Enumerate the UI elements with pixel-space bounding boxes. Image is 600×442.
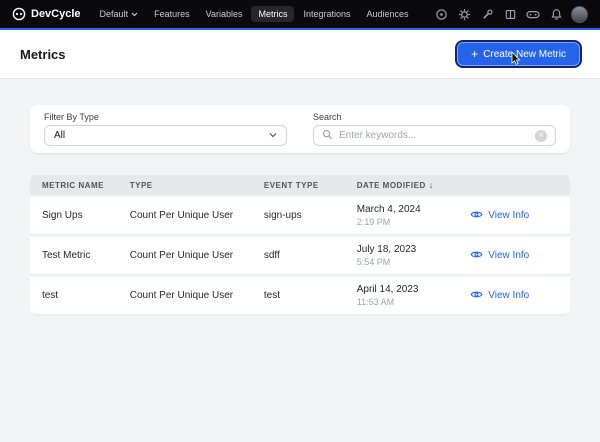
column-header-label: Event Type [264, 181, 319, 190]
page-header: Metrics + Create New Metric [0, 30, 600, 79]
chevron-down-icon [131, 9, 138, 19]
filter-type-label: Filter By Type [44, 112, 287, 122]
nav-item-label: Default [100, 9, 129, 19]
main-content: Filter By Type All Search × [0, 79, 600, 314]
date-value: March 4, 2024 [357, 204, 471, 215]
table-row[interactable]: Test Metric Count Per Unique User sdff J… [30, 237, 570, 274]
column-header-label: Metric Name [42, 181, 104, 190]
wrench-icon[interactable] [479, 6, 495, 22]
eye-icon [470, 250, 483, 262]
metrics-table: Metric Name Type Event Type Date Modifie… [30, 175, 570, 314]
search-label: Search [313, 112, 556, 122]
discord-gamepad-icon[interactable] [525, 6, 541, 22]
column-header-metric-name[interactable]: Metric Name [42, 181, 130, 190]
metric-type-cell: Count Per Unique User [130, 290, 264, 301]
actions-cell: View Info [470, 290, 558, 302]
nav-item-label: Features [154, 9, 190, 19]
nav-item-label: Metrics [258, 9, 287, 19]
navbar-actions [433, 6, 588, 23]
search-icon [322, 127, 333, 145]
nav-item-integrations[interactable]: Integrations [296, 6, 357, 22]
sort-descending-icon[interactable]: ↓ [429, 180, 434, 190]
table-row[interactable]: Sign Ups Count Per Unique User sign-ups … [30, 197, 570, 234]
nav-item-audiences[interactable]: Audiences [360, 6, 416, 22]
filter-type-value: All [54, 130, 65, 141]
filter-card: Filter By Type All Search × [30, 105, 570, 153]
view-info-label: View Info [488, 250, 529, 261]
table-row[interactable]: test Count Per Unique User test April 14… [30, 277, 570, 314]
create-new-metric-label: Create New Metric [483, 49, 566, 60]
settings-gear-icon[interactable] [456, 6, 472, 22]
actions-cell: View Info [470, 250, 558, 262]
time-value: 5:54 PM [357, 257, 471, 267]
brand-name: DevCycle [31, 8, 81, 20]
column-header-label: Date Modified [357, 181, 426, 190]
eye-icon [470, 210, 483, 222]
metric-name-cell: Sign Ups [42, 210, 130, 221]
metric-type-cell: Count Per Unique User [130, 210, 264, 221]
view-info-link[interactable]: View Info [470, 290, 558, 302]
user-avatar[interactable] [571, 6, 588, 23]
time-value: 11:53 AM [357, 297, 471, 307]
docs-book-icon[interactable] [502, 6, 518, 22]
search-input[interactable] [339, 130, 529, 141]
event-type-cell: test [264, 290, 357, 301]
search-box: × [313, 125, 556, 146]
nav-item-features[interactable]: Features [147, 6, 197, 22]
notifications-bell-icon[interactable] [548, 6, 564, 22]
date-modified-cell: March 4, 2024 2:19 PM [357, 204, 471, 227]
column-header-label: Type [130, 181, 153, 190]
nav-item-label: Integrations [303, 9, 350, 19]
brand[interactable]: DevCycle [12, 7, 81, 21]
table-header-row: Metric Name Type Event Type Date Modifie… [30, 175, 570, 195]
status-icon[interactable] [433, 6, 449, 22]
chevron-down-icon [269, 130, 277, 141]
devcycle-logo-icon [12, 7, 26, 21]
create-new-metric-button[interactable]: + Create New Metric [457, 42, 580, 66]
filter-type-field: Filter By Type All [44, 112, 287, 146]
clear-search-icon[interactable]: × [535, 130, 547, 142]
search-field: Search × [313, 112, 556, 146]
metric-name-cell: Test Metric [42, 250, 130, 261]
column-header-event-type[interactable]: Event Type [264, 181, 357, 190]
nav-item-variables[interactable]: Variables [199, 6, 250, 22]
actions-cell: View Info [470, 210, 558, 222]
metric-name-cell: test [42, 290, 130, 301]
event-type-cell: sign-ups [264, 210, 357, 221]
time-value: 2:19 PM [357, 217, 471, 227]
date-value: April 14, 2023 [357, 284, 471, 295]
view-info-label: View Info [488, 210, 529, 221]
nav-item-label: Variables [206, 9, 243, 19]
event-type-cell: sdff [264, 250, 357, 261]
plus-icon: + [471, 48, 478, 60]
date-value: July 18, 2023 [357, 244, 471, 255]
column-header-date-modified[interactable]: Date Modified ↓ [357, 180, 471, 190]
nav-item-metrics[interactable]: Metrics [251, 6, 294, 22]
nav-item-project-default[interactable]: Default [93, 6, 146, 22]
view-info-label: View Info [488, 290, 529, 301]
eye-icon [470, 290, 483, 302]
date-modified-cell: July 18, 2023 5:54 PM [357, 244, 471, 267]
page-title: Metrics [20, 47, 66, 62]
mouse-cursor-icon [511, 52, 521, 68]
view-info-link[interactable]: View Info [470, 250, 558, 262]
filter-type-select[interactable]: All [44, 125, 287, 146]
view-info-link[interactable]: View Info [470, 210, 558, 222]
metric-type-cell: Count Per Unique User [130, 250, 264, 261]
top-navbar: DevCycle Default Features Variables Metr… [0, 0, 600, 30]
date-modified-cell: April 14, 2023 11:53 AM [357, 284, 471, 307]
column-header-type[interactable]: Type [130, 181, 264, 190]
nav-item-label: Audiences [367, 9, 409, 19]
primary-nav: Default Features Variables Metrics Integ… [93, 6, 416, 22]
